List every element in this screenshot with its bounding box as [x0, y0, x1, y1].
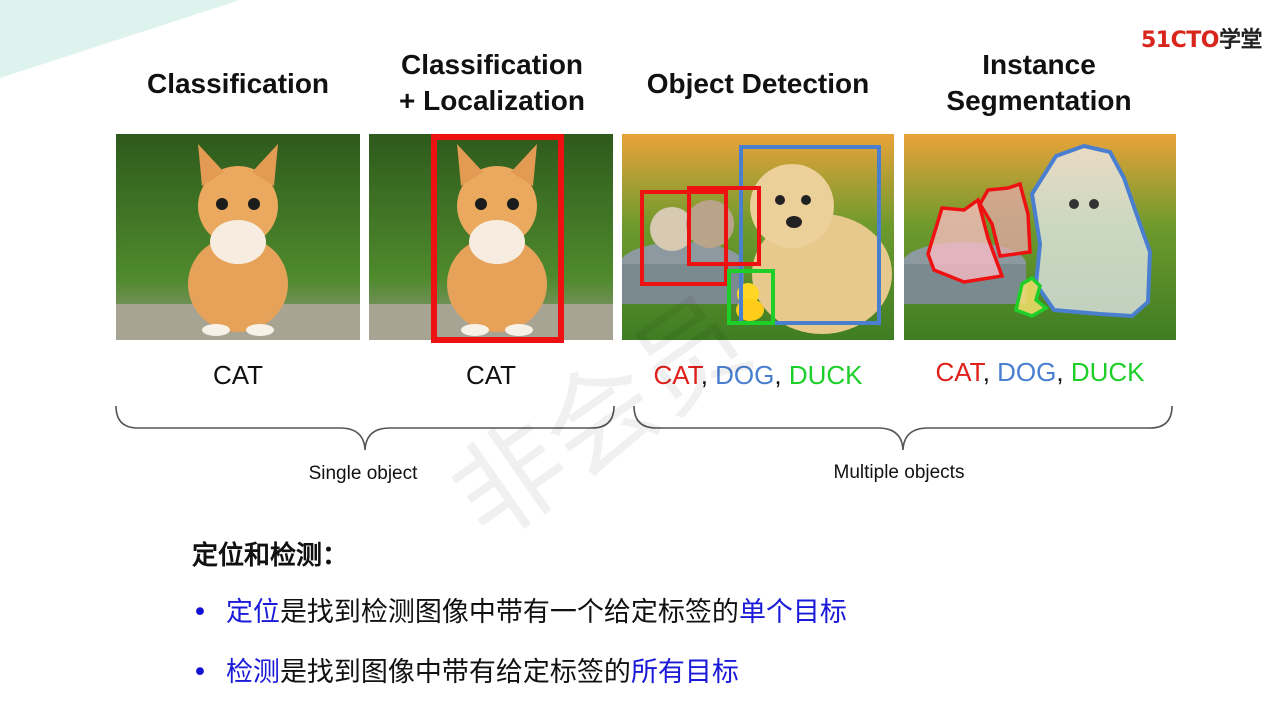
- label-segmentation-classes: CAT, DOG, DUCK: [935, 357, 1145, 387]
- bullet-detection: • 检测是找到图像中带有给定标签的所有目标: [192, 657, 739, 688]
- section-heading: 定位和检测：: [192, 541, 349, 571]
- group-label-multiple: Multiple objects: [833, 462, 965, 483]
- brace-single-object: [115, 405, 615, 451]
- label-classification-cat: CAT: [212, 360, 264, 390]
- brace-multiple-objects: [633, 405, 1173, 451]
- title-classification: Classification: [146, 68, 330, 99]
- image-instance-segmentation: [904, 134, 1176, 340]
- image-classification: [116, 134, 360, 340]
- title-object-detection: Object Detection: [646, 68, 870, 99]
- label-localization-cat: CAT: [465, 360, 517, 390]
- label-detection-classes: CAT, DOG, DUCK: [653, 360, 863, 390]
- bullet-localization: • 定位是找到检测图像中带有一个给定标签的单个目标: [192, 597, 847, 628]
- image-object-detection: [622, 134, 894, 340]
- image-classification-localization: [369, 134, 613, 343]
- bullet-dot: •: [192, 657, 208, 688]
- bullet-dot: •: [192, 597, 208, 628]
- title-instance-segmentation: Instance Segmentation: [946, 49, 1132, 116]
- title-classification-localization: Classification + Localization: [399, 49, 585, 116]
- group-label-single: Single object: [308, 463, 418, 484]
